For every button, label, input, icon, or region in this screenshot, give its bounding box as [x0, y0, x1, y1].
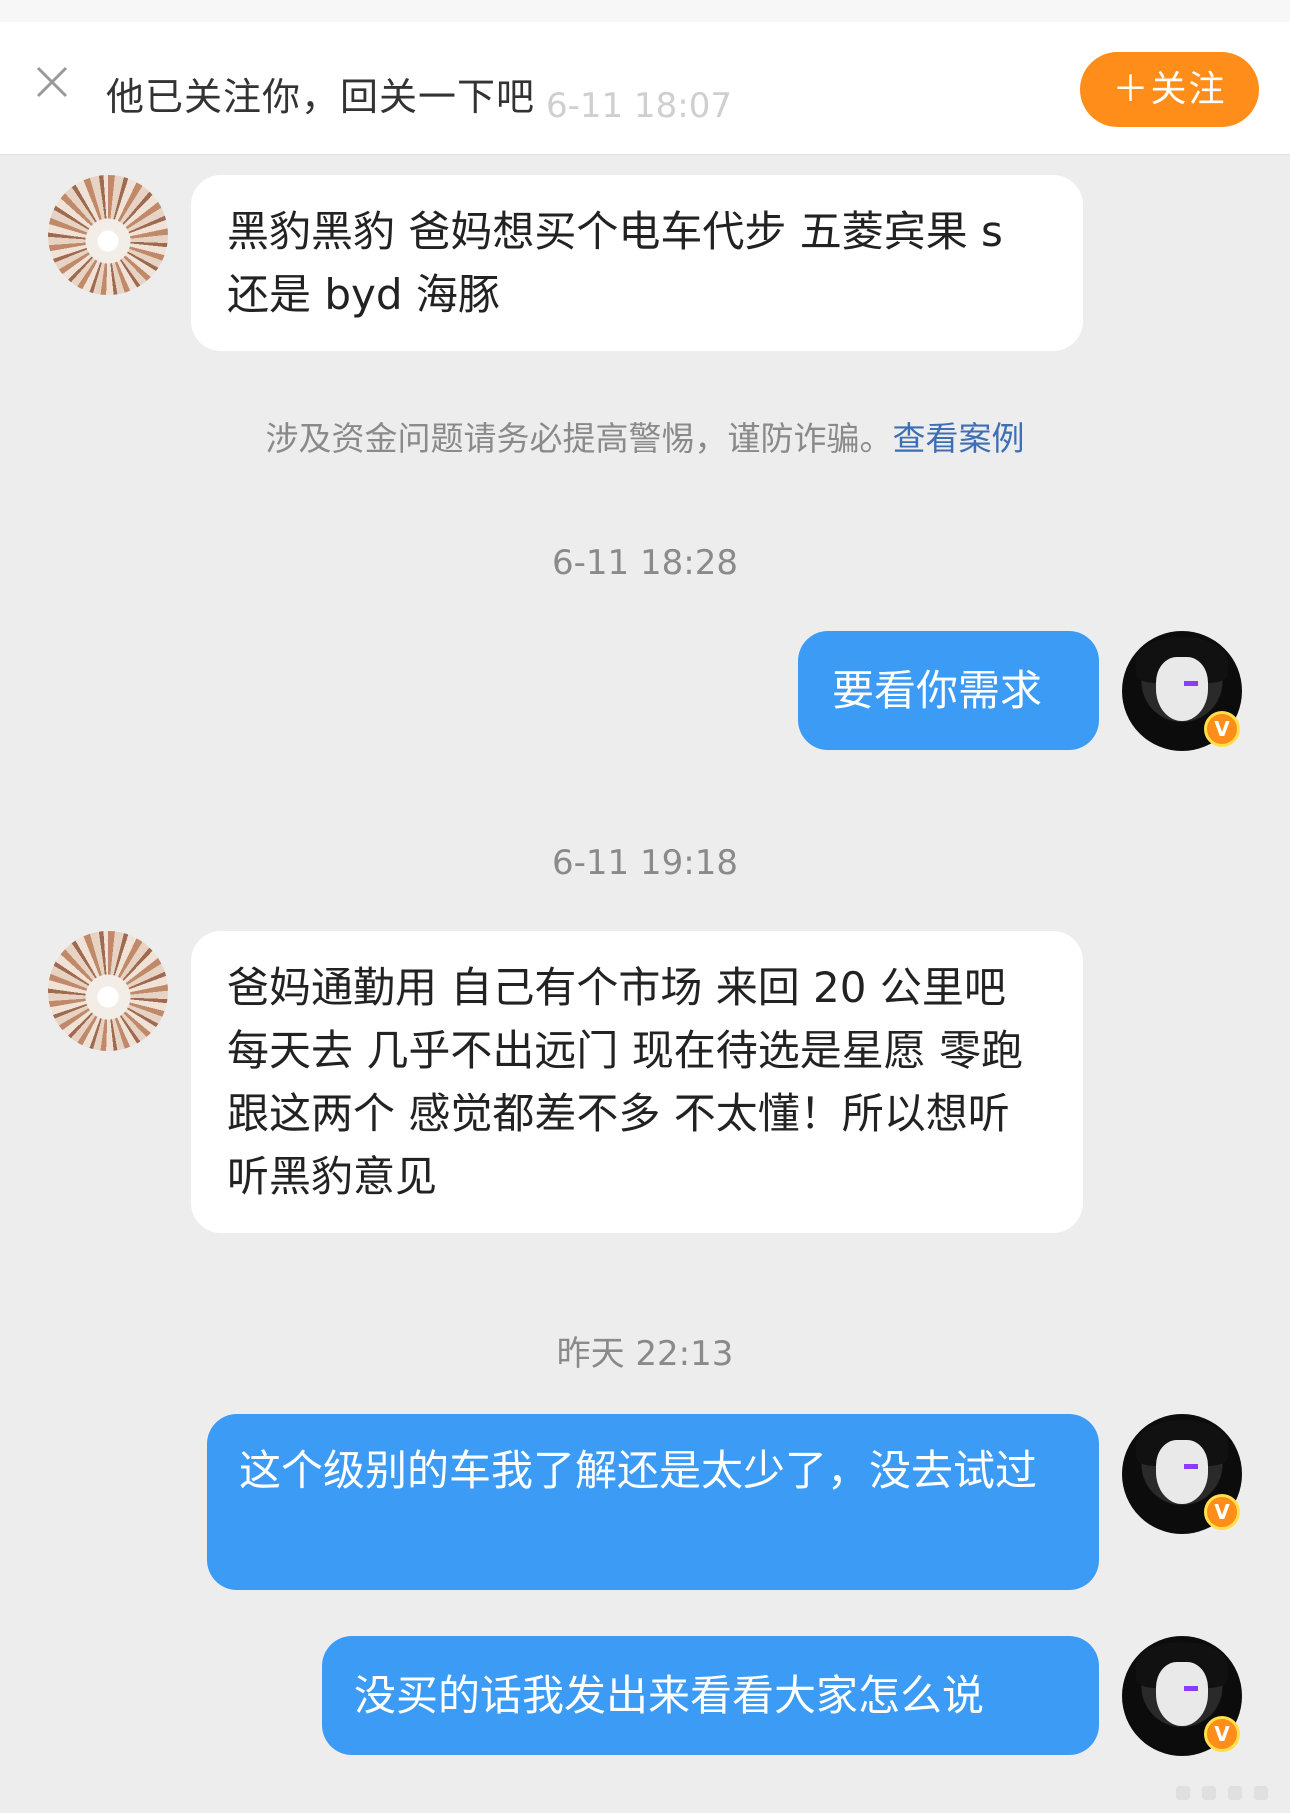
message-bubble-incoming[interactable]: 黑豹黑豹 爸妈想买个电车代步 五菱宾果 s 还是 byd 海豚	[191, 175, 1083, 351]
close-icon[interactable]	[34, 64, 70, 100]
message-text: 这个级别的车我了解还是太少了，没去试过	[239, 1446, 1038, 1495]
timestamp: 6-11 18:28	[552, 543, 738, 583]
verified-badge-icon: V	[1204, 1716, 1240, 1752]
faded-timestamp: 6-11 18:07	[546, 86, 732, 126]
watermark	[1176, 1786, 1276, 1806]
message-bubble-outgoing[interactable]: 要看你需求	[798, 631, 1099, 750]
follow-back-banner: 6-11 18:07 他已关注你，回关一下吧 ＋关注	[0, 22, 1290, 155]
fraud-warning: 涉及资金问题请务必提高警惕，谨防诈骗。查看案例	[0, 412, 1290, 460]
follow-button[interactable]: ＋关注	[1080, 52, 1259, 127]
status-strip	[0, 0, 1290, 22]
verified-badge-icon: V	[1204, 711, 1240, 747]
follow-back-text: 他已关注你，回关一下吧	[106, 75, 536, 119]
message-bubble-outgoing[interactable]: 这个级别的车我了解还是太少了，没去试过	[207, 1414, 1099, 1590]
message-text: 要看你需求	[832, 666, 1043, 715]
contact-avatar[interactable]	[48, 175, 168, 295]
message-bubble-incoming[interactable]: 爸妈通勤用 自己有个市场 来回 20 公里吧 每天去 几乎不出远门 现在待选是星…	[191, 931, 1083, 1233]
view-cases-link[interactable]: 查看案例	[893, 419, 1025, 458]
message-text: 爸妈通勤用 自己有个市场 来回 20 公里吧 每天去 几乎不出远门 现在待选是星…	[227, 963, 1024, 1201]
timestamp: 昨天 22:13	[556, 1334, 734, 1374]
warning-text: 涉及资金问题请务必提高警惕，谨防诈骗。	[265, 419, 893, 458]
contact-avatar[interactable]	[48, 931, 168, 1051]
timestamp: 6-11 19:18	[552, 843, 738, 883]
verified-badge-icon: V	[1204, 1494, 1240, 1530]
message-bubble-outgoing[interactable]: 没买的话我发出来看看大家怎么说	[322, 1636, 1099, 1755]
message-text: 没买的话我发出来看看大家怎么说	[354, 1671, 985, 1720]
message-text: 黑豹黑豹 爸妈想买个电车代步 五菱宾果 s 还是 byd 海豚	[227, 207, 1003, 319]
